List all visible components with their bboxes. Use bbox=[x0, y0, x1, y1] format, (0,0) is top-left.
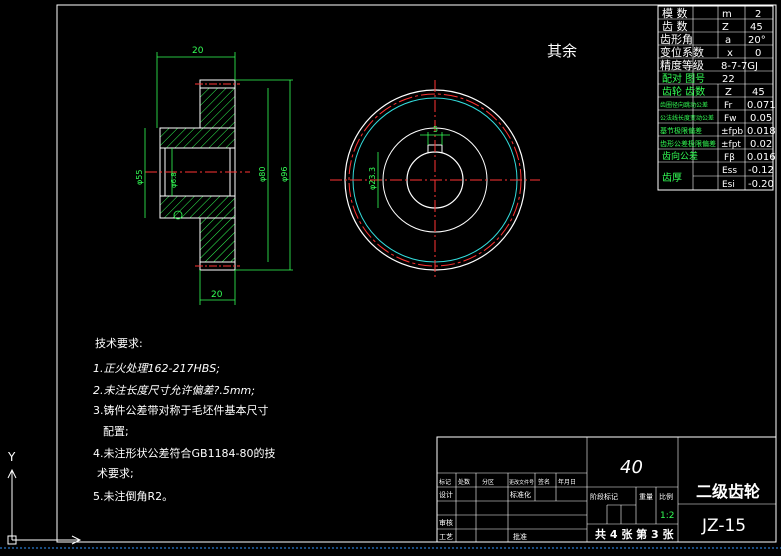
gear-parameter-table: 模 数 m 2 齿 数 Z 45 齿形角 a 20° 变位系数 x 0 精度等级… bbox=[657, 5, 776, 191]
param-value-1: 45 bbox=[750, 22, 763, 33]
row-standard-label: 标准化 bbox=[510, 490, 531, 499]
param-symbol-6: Z bbox=[725, 87, 732, 98]
param-value-5: 22 bbox=[722, 74, 735, 85]
param-name-7: 齿圈径向跳动公差 bbox=[660, 101, 708, 109]
weight-label: 重量 bbox=[639, 493, 653, 501]
drawing-frame bbox=[56, 4, 777, 543]
param-name-0: 模 数 bbox=[662, 7, 688, 20]
stage-mark-label: 阶段标记 bbox=[590, 492, 618, 501]
param-symbol-10: ±fpt bbox=[721, 140, 741, 150]
ucs-axis-icon bbox=[7, 468, 82, 545]
material-label: 40 bbox=[620, 457, 643, 478]
dim-root-diameter: φ80 bbox=[258, 167, 267, 182]
param-value-2: 20° bbox=[748, 35, 766, 46]
param-symbol-0: m bbox=[722, 9, 732, 20]
tech-note-2: 2.未注长度尺寸允许偏差?.5mm; bbox=[93, 384, 255, 397]
param-symbol-12: Ess bbox=[722, 166, 737, 176]
tech-note-1: 1.正火处理162-217HBS; bbox=[93, 362, 220, 375]
param-symbol-9: ±fpb bbox=[721, 127, 743, 137]
param-value-4: 8-7-7GJ bbox=[721, 61, 758, 72]
tech-note-3: 3.铸件公差带对称于毛坯件基本尺寸 bbox=[93, 403, 269, 417]
param-value-13: -0.20 bbox=[748, 179, 774, 190]
param-name-6: 齿轮 齿数 bbox=[662, 85, 705, 98]
param-name-10: 齿形公差极限偏差 bbox=[660, 139, 716, 148]
row-process-label: 工艺 bbox=[439, 533, 453, 541]
tech-note-5: 5.未注倒角R2。 bbox=[93, 489, 173, 503]
param-value-10: 0.02 bbox=[750, 139, 772, 150]
scale-label: 比例 bbox=[659, 492, 673, 501]
param-name-8: 公法线长度变动公差 bbox=[660, 114, 714, 122]
param-name-12: 齿厚 bbox=[662, 172, 682, 184]
param-value-7: 0.071 bbox=[747, 100, 776, 111]
row-design-label: 设计 bbox=[439, 490, 453, 499]
drawing-code: JZ-15 bbox=[701, 516, 746, 536]
drawing-name: 二级齿轮 bbox=[696, 482, 760, 501]
header-date: 年月日 bbox=[558, 478, 576, 486]
tech-note-4-cont: 术要求; bbox=[97, 467, 134, 480]
tech-note-3-cont: 配置; bbox=[103, 425, 129, 438]
param-value-0: 2 bbox=[755, 9, 761, 20]
row-check-label: 审核 bbox=[439, 518, 453, 527]
dim-width-bottom: 20 bbox=[211, 290, 223, 300]
param-symbol-11: Fβ bbox=[724, 153, 735, 163]
section-hatch-hub-bottom bbox=[159, 195, 236, 219]
param-symbol-8: Fw bbox=[724, 114, 737, 124]
param-name-11: 齿向公差 bbox=[662, 150, 698, 162]
dim-tip-diameter: φ96 bbox=[280, 167, 289, 182]
header-mark: 标记 bbox=[439, 478, 451, 486]
dim-keyway-width: 5 bbox=[433, 125, 438, 134]
dim-inner-diameter: φ6.8 bbox=[170, 172, 178, 188]
param-value-8: 0.05 bbox=[750, 113, 772, 124]
param-symbol-1: Z bbox=[722, 22, 729, 33]
surface-finish-remark: 其余 bbox=[547, 42, 577, 60]
param-symbol-2: a bbox=[725, 35, 731, 46]
section-hatch-hub-top bbox=[159, 127, 236, 149]
gear-section-view: 20 20 φ55 φ6.8 φ80 φ96 bbox=[135, 46, 293, 305]
header-change-doc: 更改文件号 bbox=[509, 479, 534, 486]
param-symbol-7: Fr bbox=[724, 101, 733, 111]
header-sign: 签名 bbox=[538, 478, 550, 486]
ucs-y-label: Y bbox=[7, 450, 16, 464]
param-name-2: 齿形角 bbox=[660, 33, 693, 46]
param-value-11: 0.016 bbox=[747, 152, 776, 163]
param-symbol-3: x bbox=[727, 48, 733, 59]
param-value-6: 45 bbox=[752, 87, 765, 98]
section-hatch-top bbox=[199, 87, 236, 129]
param-name-5: 配对 图号 bbox=[662, 72, 705, 85]
gear-front-view: 5 φ23.3 其余 bbox=[330, 42, 577, 280]
param-value-9: 0.018 bbox=[747, 126, 776, 137]
dim-key-depth: φ23.3 bbox=[368, 167, 377, 190]
title-block: 40 二级齿轮 JZ-15 1:2 共 4 张 第 3 张 标记 处数 分区 更… bbox=[436, 436, 777, 543]
tech-note-4: 4.未注形状公差符合GB1184-80的技 bbox=[93, 446, 276, 460]
header-zone: 分区 bbox=[482, 478, 494, 486]
dim-hub-diameter: φ55 bbox=[135, 170, 144, 185]
param-name-4: 精度等级 bbox=[660, 58, 704, 72]
tech-notes-title: 技术要求: bbox=[95, 337, 143, 350]
section-hatch-bottom bbox=[199, 217, 236, 263]
scale-value: 1:2 bbox=[660, 511, 674, 521]
param-value-3: 0 bbox=[755, 48, 761, 59]
technical-requirements: 技术要求: 1.正火处理162-217HBS; 2.未注长度尺寸允许偏差?.5m… bbox=[93, 337, 276, 503]
param-symbol-13: Esi bbox=[722, 180, 735, 190]
cad-drawing-canvas[interactable]: 20 20 φ55 φ6.8 φ80 φ96 5 φ23.3 其余 模 数 m … bbox=[0, 0, 781, 556]
header-count: 处数 bbox=[458, 478, 470, 486]
row-approve-label: 批准 bbox=[513, 532, 527, 541]
param-value-12: -0.12 bbox=[748, 165, 774, 176]
sheet-count: 共 4 张 第 3 张 bbox=[595, 527, 674, 541]
dim-width-top: 20 bbox=[192, 46, 204, 56]
param-name-1: 齿 数 bbox=[662, 20, 688, 33]
param-name-3: 变位系数 bbox=[660, 45, 704, 59]
param-name-9: 基节极限偏差 bbox=[660, 126, 702, 135]
